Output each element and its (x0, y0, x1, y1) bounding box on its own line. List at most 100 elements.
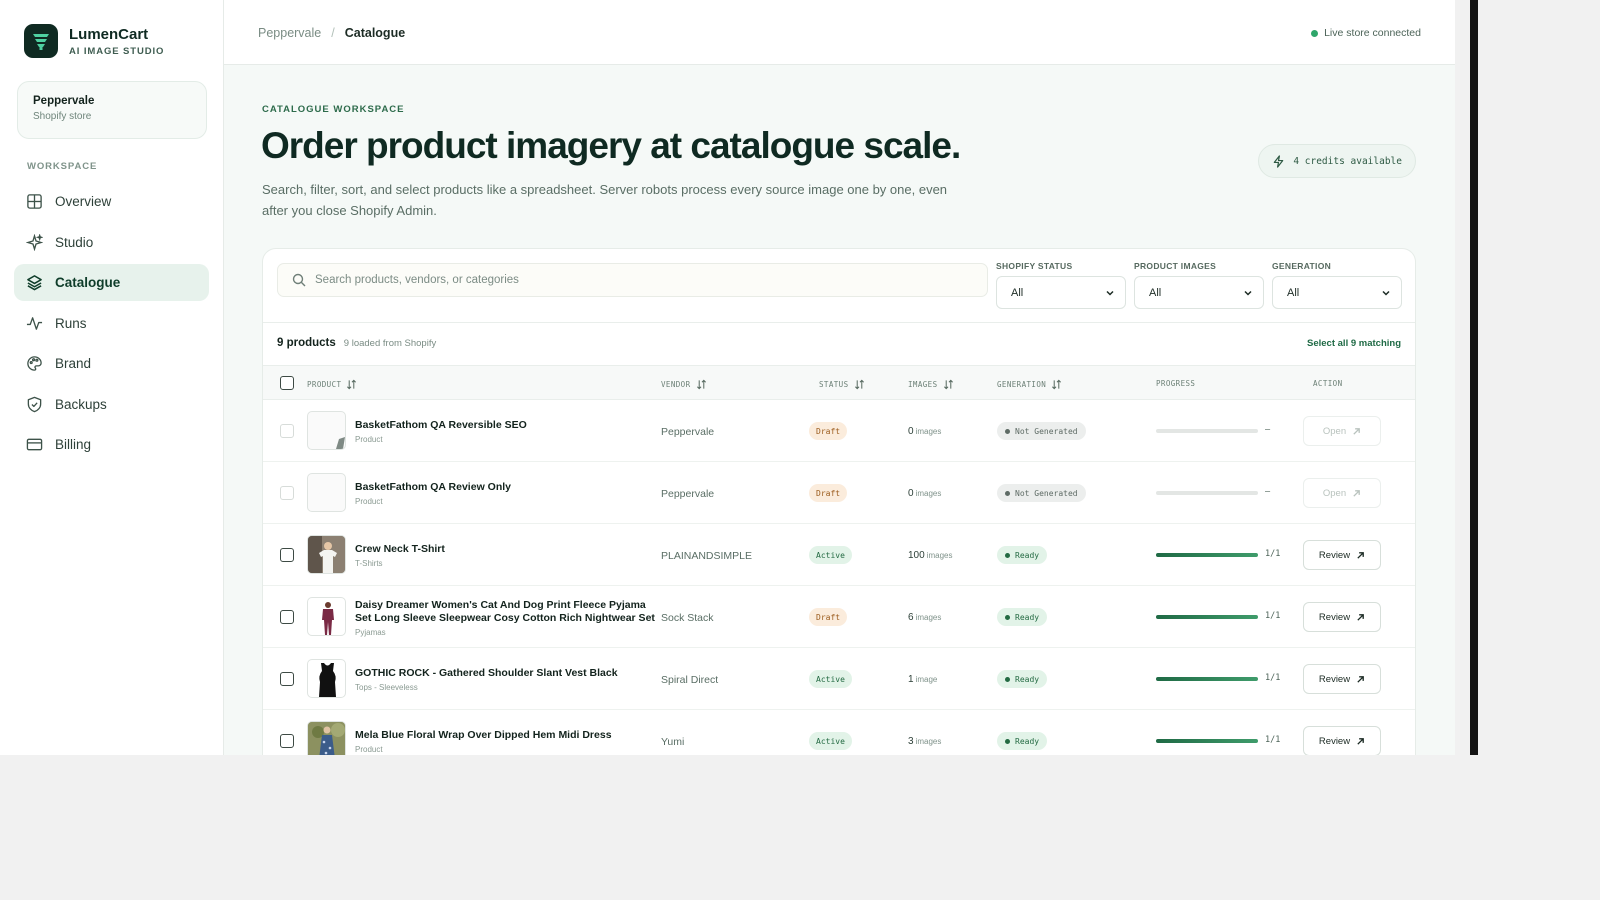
progress-bar (1156, 739, 1258, 743)
product-vendor: Peppervale (661, 488, 715, 500)
image-count-value: 1 (908, 674, 914, 685)
arrow-up-right-icon (1357, 613, 1364, 621)
sparkle-icon (26, 233, 43, 251)
image-count-value: 100 (908, 550, 925, 561)
status-dot-icon (1005, 490, 1010, 496)
store-switcher[interactable]: Peppervale Shopify store (17, 81, 207, 139)
product-category: Product (355, 435, 383, 444)
product-vendor: PLAINANDSIMPLE (661, 550, 753, 562)
product-images-select[interactable]: All (1134, 276, 1264, 309)
column-header-vendor[interactable]: VENDOR (661, 379, 707, 390)
sidebar-item-brand[interactable]: Brand (14, 345, 209, 382)
product-name[interactable]: BasketFathom QA Review Only (355, 481, 655, 494)
store-name: Peppervale (33, 95, 95, 107)
sort-icon (347, 379, 357, 390)
progress-label: – (1265, 487, 1271, 497)
image-count: 0 images (908, 426, 941, 437)
select-all-checkbox[interactable] (280, 376, 294, 390)
sidebar-item-billing[interactable]: Billing (14, 426, 209, 463)
app-name: LumenCart (69, 25, 149, 43)
product-count: 9 products 9 loaded from Shopify (277, 337, 436, 349)
row-checkbox[interactable] (280, 610, 294, 624)
sidebar-item-runs[interactable]: Runs (14, 305, 209, 342)
review-button[interactable]: Review (1303, 664, 1381, 694)
credits-label: 4 credits available (1293, 155, 1402, 167)
app-window: LumenCart AI IMAGE STUDIO Peppervale Sho… (0, 0, 1455, 755)
status-badge: Active (809, 732, 852, 750)
product-name[interactable]: Crew Neck T-Shirt (355, 543, 655, 556)
search-input[interactable]: Search products, vendors, or categories (277, 263, 988, 297)
product-name[interactable]: GOTHIC ROCK - Gathered Shoulder Slant Ve… (355, 667, 655, 680)
filter-label: SHOPIFY STATUS (996, 261, 1073, 271)
row-checkbox[interactable] (280, 424, 294, 438)
generation-label: Ready (1015, 550, 1040, 560)
product-name[interactable]: Daisy Dreamer Women's Cat And Dog Print … (355, 599, 655, 625)
sidebar-item-overview[interactable]: Overview (14, 183, 209, 220)
sidebar-section-label: WORKSPACE (27, 161, 98, 172)
column-header-product[interactable]: PRODUCT (307, 379, 357, 390)
row-checkbox[interactable] (280, 672, 294, 686)
sort-icon (854, 379, 864, 390)
column-header-status[interactable]: STATUS (819, 379, 865, 390)
progress-label: 1/1 (1265, 549, 1281, 559)
column-header-generation[interactable]: GENERATION (997, 379, 1062, 390)
brand[interactable]: LumenCart AI IMAGE STUDIO (24, 24, 164, 58)
action-label: Review (1318, 611, 1351, 623)
generation-select[interactable]: All (1272, 276, 1402, 309)
main-content: CATALOGUE WORKSPACE Order product imager… (224, 65, 1455, 755)
product-name[interactable]: BasketFathom QA Reversible SEO (355, 419, 655, 432)
page-title: Order product imagery at catalogue scale… (261, 125, 961, 166)
sidebar-item-catalogue[interactable]: Catalogue (14, 264, 209, 301)
credits-badge[interactable]: 4 credits available (1258, 144, 1416, 178)
column-header-images[interactable]: IMAGES (908, 379, 954, 390)
review-button[interactable]: Review (1303, 602, 1381, 632)
arrow-up-right-icon (1353, 427, 1360, 435)
progress-bar (1156, 615, 1258, 619)
shopify-status-select[interactable]: All (996, 276, 1126, 309)
image-count: 1 image (908, 674, 937, 685)
catalogue-table-card: Search products, vendors, or categories … (262, 248, 1416, 755)
progress-bar (1156, 491, 1258, 495)
table-row[interactable]: Crew Neck T-Shirt T-Shirts PLAINANDSIMPL… (263, 524, 1415, 586)
table-row[interactable]: GOTHIC ROCK - Gathered Shoulder Slant Ve… (263, 648, 1415, 710)
action-label: Open (1322, 425, 1347, 437)
row-checkbox[interactable] (280, 548, 294, 562)
filter-shopify-status: SHOPIFY STATUS All (996, 261, 1126, 309)
column-label: ACTION (1313, 379, 1343, 388)
table-row[interactable]: Mela Blue Floral Wrap Over Dipped Hem Mi… (263, 710, 1415, 755)
sidebar-item-backups[interactable]: Backups (14, 386, 209, 423)
table-row[interactable]: Daisy Dreamer Women's Cat And Dog Print … (263, 586, 1415, 648)
status-dot-icon (1005, 552, 1010, 558)
progress-fill (1156, 677, 1258, 681)
top-bar: Peppervale / Catalogue Live store connec… (224, 0, 1455, 65)
sidebar: LumenCart AI IMAGE STUDIO Peppervale Sho… (0, 0, 224, 755)
filter-label: PRODUCT IMAGES (1134, 261, 1217, 271)
progress-fill (1156, 615, 1258, 619)
progress-bar (1156, 677, 1258, 681)
image-count-value: 6 (908, 612, 914, 623)
chevron-down-icon (1106, 290, 1114, 296)
generation-badge: Ready (997, 670, 1048, 688)
review-button[interactable]: Review (1303, 540, 1381, 570)
table-row[interactable]: BasketFathom QA Review Only Product Pepp… (263, 462, 1415, 524)
window-edge (1470, 0, 1478, 755)
image-count: 0 images (908, 488, 941, 499)
product-name[interactable]: Mela Blue Floral Wrap Over Dipped Hem Mi… (355, 729, 655, 742)
action-label: Review (1318, 549, 1351, 561)
open-button[interactable]: Open (1303, 478, 1381, 508)
status-badge: Draft (809, 422, 848, 440)
action-label: Open (1322, 487, 1347, 499)
breadcrumb-parent[interactable]: Peppervale (258, 26, 321, 40)
select-all-matching-link[interactable]: Select all 9 matching (1307, 338, 1401, 349)
shield-icon (27, 396, 42, 412)
table-row[interactable]: BasketFathom QA Reversible SEO Product P… (263, 400, 1415, 462)
row-checkbox[interactable] (280, 734, 294, 748)
sidebar-item-studio[interactable]: Studio (14, 224, 209, 261)
palette-icon (27, 356, 42, 371)
review-button[interactable]: Review (1303, 726, 1381, 755)
column-label: VENDOR (661, 380, 691, 389)
row-checkbox[interactable] (280, 486, 294, 500)
arrow-up-right-icon (1357, 675, 1364, 683)
lightning-icon (1274, 154, 1284, 168)
open-button[interactable]: Open (1303, 416, 1381, 446)
